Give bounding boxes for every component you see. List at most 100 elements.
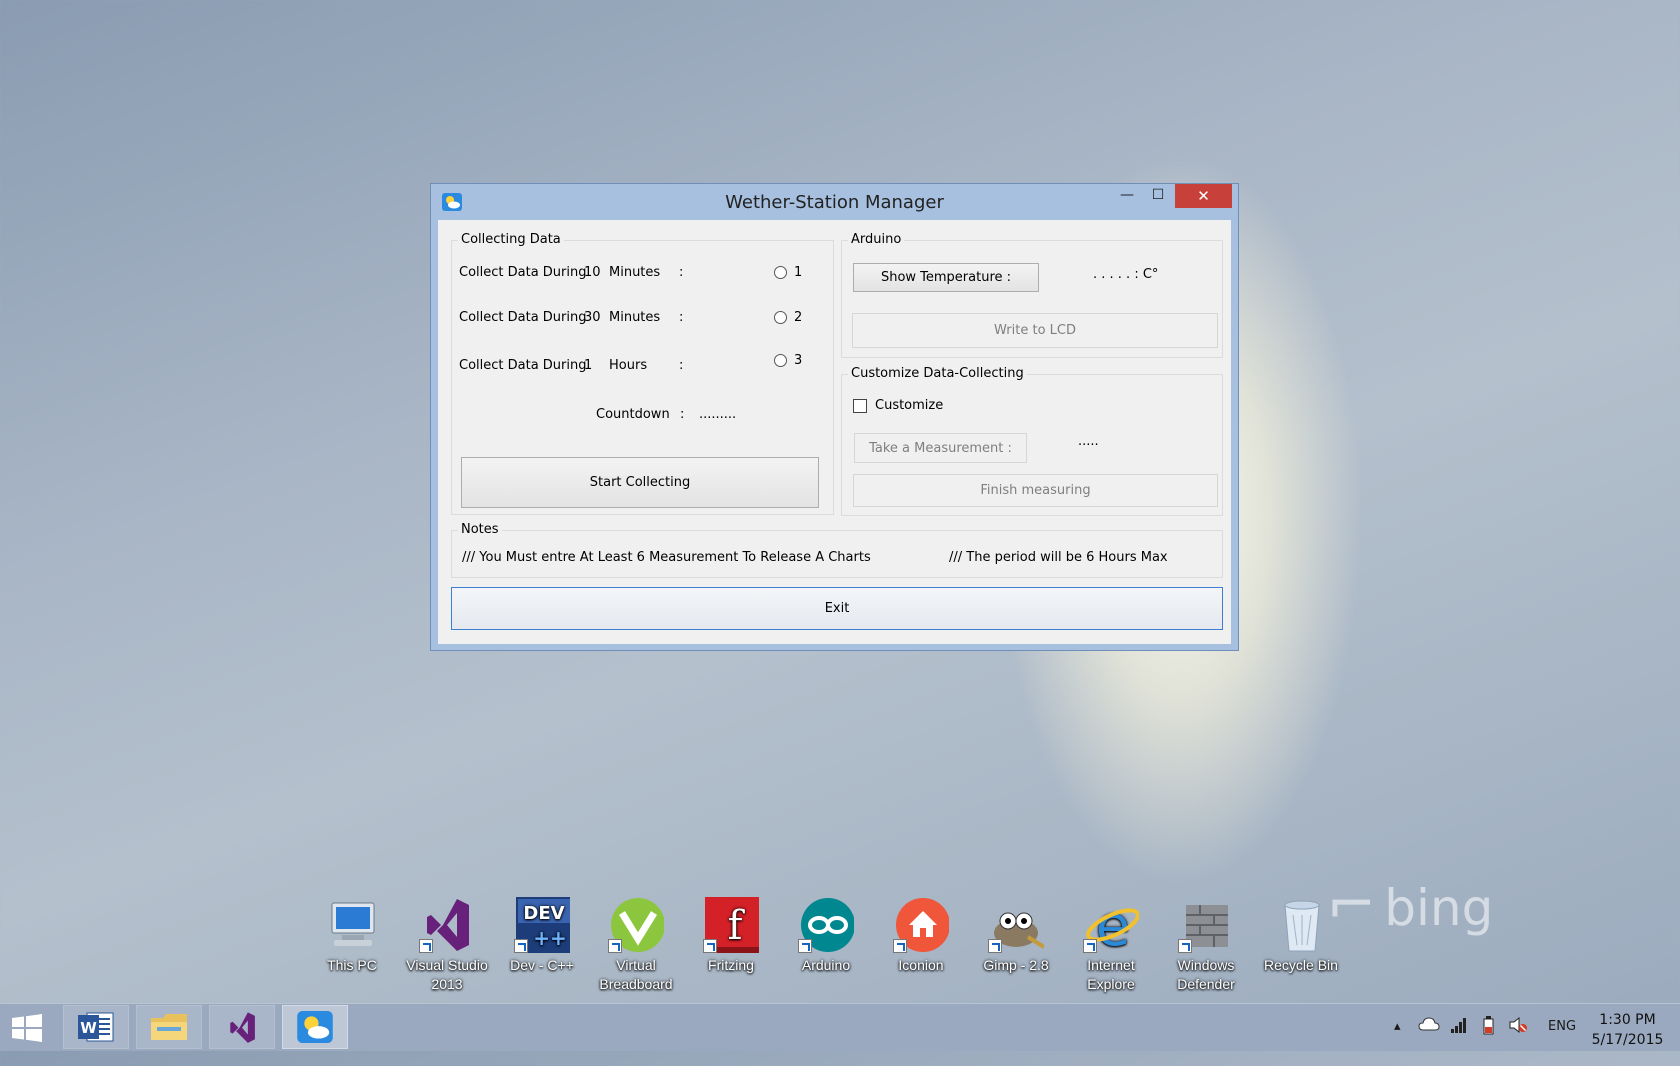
countdown-label: Countdown — [596, 407, 670, 422]
recycle-bin-icon — [1273, 895, 1329, 953]
start-button[interactable] — [12, 1014, 42, 1042]
desktop-icon-label: Dev - C++ — [510, 957, 574, 973]
dev-cpp-icon: DEV ++ — [514, 895, 572, 953]
desktop-icon-gimp[interactable]: Gimp - 2.8 — [970, 895, 1062, 975]
volume-muted-icon[interactable] — [1508, 1016, 1528, 1063]
taskbar-app-visual-studio[interactable] — [209, 1005, 275, 1049]
notes-group: Notes /// You Must entre At Least 6 Meas… — [451, 522, 1223, 578]
onedrive-icon[interactable] — [1418, 1015, 1440, 1062]
title-bar[interactable]: Wether-Station Manager — ☐ ✕ — [431, 184, 1238, 220]
collect-row-colon: : — [679, 358, 684, 373]
svg-text:W: W — [80, 1019, 97, 1037]
shortcut-arrow-icon — [514, 939, 528, 953]
clock-date: 5/17/2015 — [1591, 1032, 1664, 1048]
shortcut-arrow-icon — [1178, 939, 1192, 953]
visual-studio-icon — [419, 895, 475, 953]
desktop-icon-arduino[interactable]: Arduino — [780, 895, 872, 975]
group-legend: Customize Data-Collecting — [848, 366, 1027, 381]
collect-row-colon: : — [679, 310, 684, 325]
shortcut-arrow-icon — [703, 939, 717, 953]
svg-text:e: e — [1096, 895, 1130, 953]
desktop-icon-label: This PC — [327, 957, 377, 973]
collect-row-amount: 10 — [584, 265, 601, 280]
taskbar-clock[interactable]: 1:30 PM 5/17/2015 — [1585, 1010, 1670, 1050]
svg-text:DEV: DEV — [523, 903, 564, 924]
shortcut-arrow-icon — [988, 939, 1002, 953]
taskbar-app-file-explorer[interactable] — [136, 1005, 202, 1049]
taskbar-app-weather-station[interactable] — [282, 1005, 348, 1049]
collect-row-unit: Minutes — [609, 265, 661, 280]
arduino-group: Arduino Show Temperature : . . . . . : C… — [841, 232, 1223, 358]
note-minimum-measurements: /// You Must entre At Least 6 Measuremen… — [462, 550, 871, 565]
desktop-icon-visual-studio[interactable]: Visual Studio 2013 — [401, 895, 493, 994]
radio-10-minutes[interactable] — [774, 266, 787, 279]
desktop-icon-virtual-breadboard[interactable]: Virtual Breadboard — [590, 895, 682, 994]
note-period-max: /// The period will be 6 Hours Max — [949, 550, 1168, 565]
desktop-icon-iconion[interactable]: Iconion — [875, 895, 967, 975]
app-window: Wether-Station Manager — ☐ ✕ Collecting … — [430, 183, 1239, 651]
exit-button[interactable]: Exit — [451, 587, 1223, 630]
shortcut-arrow-icon — [798, 939, 812, 953]
close-button[interactable]: ✕ — [1175, 184, 1232, 208]
bing-watermark: ⌐ bing — [1326, 870, 1494, 940]
desktop-icon-fritzing[interactable]: f Fritzing — [685, 895, 777, 975]
temperature-value: . . . . . : C° — [1093, 267, 1159, 282]
radio-30-minutes[interactable] — [774, 311, 787, 324]
shortcut-arrow-icon — [419, 939, 433, 953]
desktop-icon-label: Iconion — [898, 957, 944, 973]
battery-power-icon[interactable] — [1480, 1015, 1498, 1062]
customize-group: Customize Data-Collecting Customize Take… — [841, 366, 1223, 516]
radio-1-hour[interactable] — [774, 354, 787, 367]
internet-explorer-icon: e — [1083, 894, 1140, 959]
collecting-data-group: Collecting Data Collect Data During 10 M… — [451, 232, 834, 515]
maximize-button[interactable]: ☐ — [1141, 184, 1175, 208]
radio-label: 1 — [794, 265, 803, 280]
collect-row-unit: Minutes — [609, 310, 661, 325]
take-measurement-button[interactable]: Take a Measurement : — [854, 433, 1027, 463]
windows-logo-icon — [12, 1014, 42, 1042]
write-to-lcd-button[interactable]: Write to LCD — [852, 313, 1218, 348]
visual-studio-icon — [230, 1012, 255, 1043]
customize-checkbox[interactable] — [853, 399, 867, 413]
group-legend: Arduino — [848, 232, 905, 247]
countdown-value: ......... — [699, 407, 737, 422]
desktop-icon-label: Windows Defender — [1177, 957, 1235, 992]
svg-text:++: ++ — [533, 926, 567, 950]
taskbar: W ▴ ENG 1:30 PM 5/17/2015 — [0, 1003, 1680, 1051]
minimize-button[interactable]: — — [1110, 184, 1144, 208]
window-client-area: Collecting Data Collect Data During 10 M… — [438, 220, 1231, 644]
show-temperature-button[interactable]: Show Temperature : — [853, 263, 1039, 292]
arduino-icon — [798, 895, 855, 953]
collect-row-label: Collect Data During — [459, 358, 587, 373]
radio-label: 3 — [794, 353, 803, 368]
finish-measuring-button[interactable]: Finish measuring — [853, 474, 1218, 507]
desktop-icon-internet-explorer[interactable]: e Internet Explore — [1065, 894, 1157, 994]
collect-row-label: Collect Data During — [459, 310, 587, 325]
network-signal-icon[interactable] — [1450, 1016, 1468, 1063]
start-collecting-button[interactable]: Start Collecting — [461, 457, 819, 508]
iconion-icon — [893, 895, 950, 953]
countdown-colon: : — [680, 407, 685, 422]
measurement-value: ..... — [1078, 434, 1099, 449]
taskbar-app-word[interactable]: W — [63, 1005, 129, 1049]
shortcut-arrow-icon — [608, 939, 622, 953]
customize-checkbox-label: Customize — [875, 398, 944, 413]
fritzing-icon: f — [703, 895, 763, 953]
desktop-icon-dev-cpp[interactable]: DEV ++ Dev - C++ — [496, 895, 588, 975]
file-explorer-icon — [151, 1014, 187, 1040]
desktop-icon-this-pc[interactable]: This PC — [306, 895, 398, 975]
desktop-icon-label: Arduino — [801, 957, 851, 973]
desktop-icon-windows-defender[interactable]: Windows Defender — [1160, 895, 1252, 994]
clock-time: 1:30 PM — [1599, 1012, 1656, 1028]
collect-row-unit: Hours — [609, 358, 648, 373]
desktop-icon-label: Fritzing — [708, 957, 754, 973]
input-language[interactable]: ENG — [1548, 1019, 1576, 1066]
shortcut-arrow-icon — [893, 939, 907, 953]
weather-app-icon — [297, 1011, 333, 1043]
virtual-breadboard-icon — [608, 895, 665, 953]
shortcut-arrow-icon — [1083, 939, 1097, 953]
collect-row-colon: : — [679, 265, 684, 280]
group-legend: Collecting Data — [458, 232, 564, 247]
computer-icon — [324, 895, 380, 953]
show-hidden-icons-chevron-icon[interactable]: ▴ — [1394, 1019, 1401, 1066]
